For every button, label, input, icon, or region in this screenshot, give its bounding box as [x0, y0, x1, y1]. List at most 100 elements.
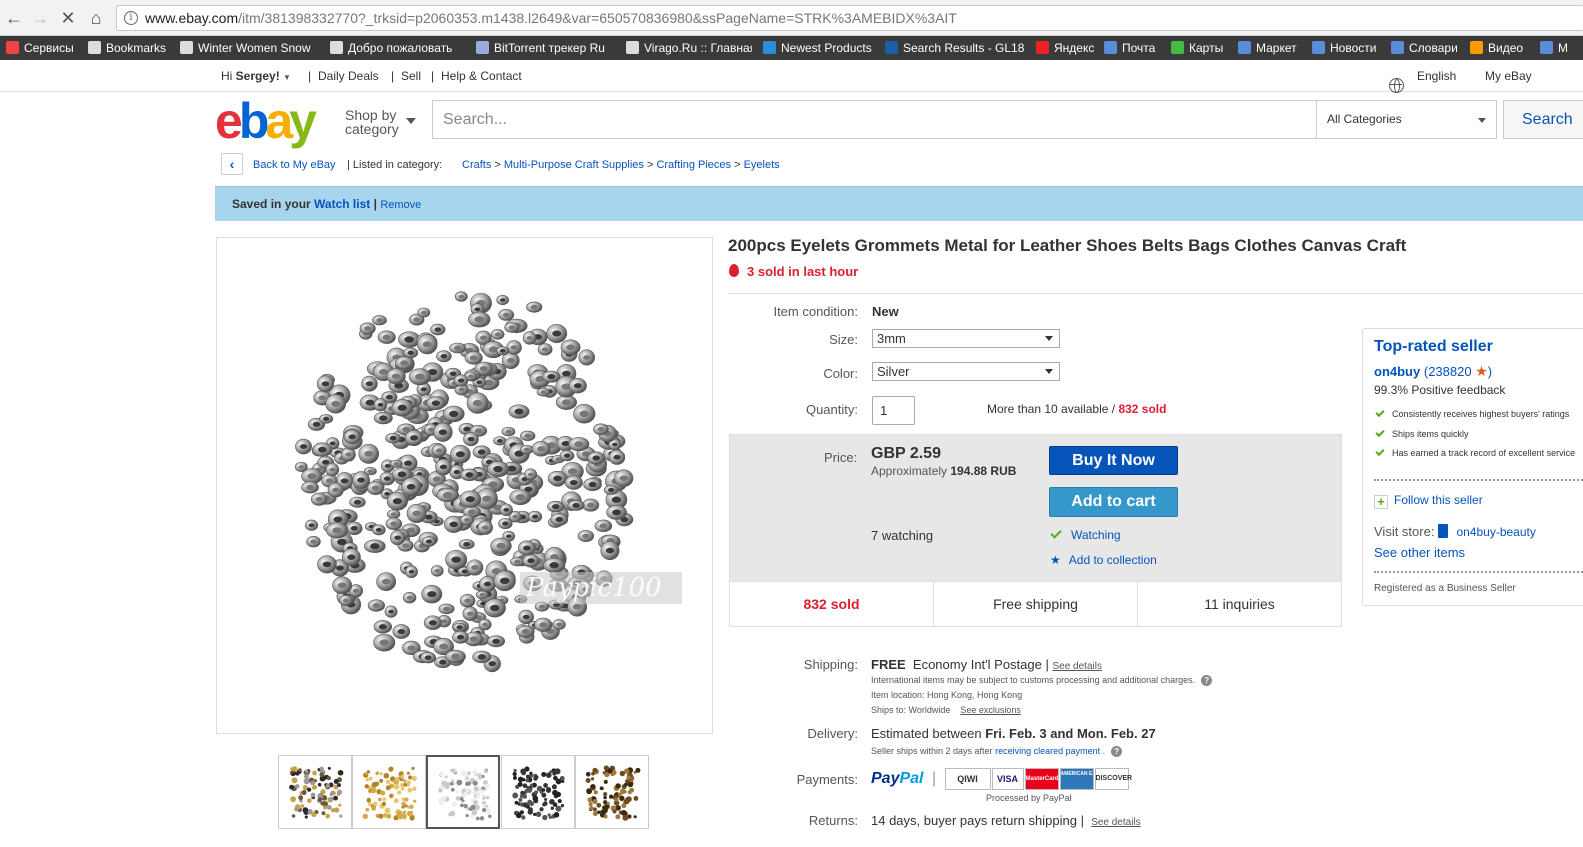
bookmark-icon [1238, 41, 1251, 54]
follow-seller-link[interactable]: + Follow this seller [1374, 493, 1483, 509]
bookmark-item[interactable]: Bookmarks [88, 39, 168, 57]
eyelet-shape [373, 633, 396, 652]
language-link[interactable]: English [1417, 69, 1456, 83]
category-select[interactable]: All Categories [1317, 100, 1497, 139]
thumb-dot [622, 814, 629, 821]
watch-list-link[interactable]: Watch list [314, 197, 370, 211]
breadcrumb-crafts[interactable]: Crafts [462, 159, 491, 171]
bookmark-item[interactable]: Winter Women Snow [180, 39, 312, 57]
thumb-dot [409, 815, 415, 821]
breadcrumb-eyelets[interactable]: Eyelets [744, 159, 780, 171]
bookmark-label: Добро пожаловать [348, 41, 453, 55]
check-icon [1375, 407, 1385, 418]
forward-icon[interactable]: → [28, 6, 52, 30]
buy-it-now-button[interactable]: Buy It Now [1049, 446, 1178, 475]
eyelet-shape [310, 492, 328, 506]
thumbnail-image [362, 766, 417, 821]
bookmark-item[interactable]: Карты [1171, 39, 1227, 57]
stat-sold[interactable]: 832 sold [730, 582, 934, 627]
back-arrow-icon[interactable]: ‹ [221, 153, 243, 175]
seller-name[interactable]: on4buy (238820 ★) [1374, 363, 1492, 380]
search-button[interactable]: Search [1503, 100, 1583, 139]
info-icon[interactable]: i [124, 11, 138, 25]
breadcrumb-multi-purpose[interactable]: Multi-Purpose Craft Supplies [504, 159, 644, 171]
bookmark-item[interactable]: Словари [1391, 39, 1459, 57]
bookmark-item[interactable]: Почта [1104, 39, 1162, 57]
help-contact-link[interactable]: Help & Contact [441, 69, 522, 83]
eyelet-shape [466, 392, 489, 414]
eyelet-shape [459, 490, 482, 508]
color-select[interactable]: Silver [872, 362, 1060, 381]
watching-link[interactable]: Watching [1050, 527, 1121, 542]
thumbnail-4[interactable] [501, 755, 575, 829]
url-field[interactable]: i www.ebay.com/itm/381398332770?_trksid=… [116, 5, 1583, 31]
add-to-collection-link[interactable]: ★ Add to collection [1050, 553, 1157, 567]
sell-link[interactable]: Sell [401, 69, 421, 83]
eyelet-shape [496, 346, 510, 356]
home-icon[interactable]: ⌂ [84, 6, 108, 30]
remove-link[interactable]: Remove [380, 199, 421, 211]
shop-by-category-button[interactable]: Shop by category [345, 108, 416, 136]
thumbnail-1[interactable] [278, 755, 352, 829]
bookmark-item[interactable]: Search Results - GL18 [885, 39, 1025, 57]
thumb-dot [587, 797, 593, 803]
back-to-my-ebay-link[interactable]: Back to My eBay [253, 159, 336, 171]
see-other-items-link[interactable]: See other items [1374, 545, 1465, 560]
thumb-dot [588, 802, 593, 807]
returns-details-link[interactable]: See details [1091, 817, 1140, 828]
back-icon[interactable]: ← [2, 6, 26, 30]
eyelet-shape [366, 481, 385, 495]
store-link[interactable]: on4buy-beauty [1456, 525, 1535, 539]
thumbnail-3[interactable] [426, 755, 500, 829]
bookmark-item[interactable]: М [1540, 39, 1580, 57]
cleared-payment-link[interactable]: receiving cleared payment [995, 746, 1100, 756]
bookmark-item[interactable]: Virago.Ru :: Главная [626, 39, 752, 57]
eyelet-shape [487, 635, 506, 648]
thumb-dot [291, 777, 298, 784]
thumb-dot [488, 814, 492, 819]
thumb-dot [289, 784, 295, 790]
logo-a: a [265, 93, 293, 149]
eyelet-shape [600, 541, 620, 561]
thumb-dot [384, 807, 391, 814]
help-icon[interactable]: ? [1201, 675, 1213, 686]
add-to-cart-button[interactable]: Add to cart [1049, 487, 1178, 517]
breadcrumb-crafting-pieces[interactable]: Crafting Pieces [656, 159, 731, 171]
thumb-dot [289, 770, 293, 775]
thumb-dot [438, 788, 443, 793]
bookmark-item[interactable]: Новости [1312, 39, 1380, 57]
shipping-details-link[interactable]: See details [1052, 661, 1101, 672]
bookmark-item[interactable]: Сервисы [6, 39, 80, 57]
size-select[interactable]: 3mm [872, 329, 1060, 348]
eyelet-shape [449, 342, 467, 354]
main-product-image[interactable] [216, 237, 713, 734]
greeting[interactable]: Hi Sergey! ▼ [221, 69, 291, 83]
bookmark-item[interactable]: Маркет [1238, 39, 1300, 57]
seller-point-text: Has earned a track record of excellent s… [1392, 448, 1576, 458]
thumbnail-2[interactable] [352, 755, 426, 829]
eyelet-shape [559, 449, 575, 462]
eyelet-shape [453, 374, 469, 387]
bookmark-item[interactable]: Видео [1470, 39, 1528, 57]
seller-name-text[interactable]: on4buy [1374, 364, 1420, 379]
my-ebay-link[interactable]: My eBay [1485, 69, 1532, 83]
ebay-logo[interactable]: ebay [215, 93, 317, 149]
sold-count[interactable]: 832 sold [1118, 402, 1166, 416]
eyelet-shape [567, 500, 585, 511]
eyelet-shape [301, 481, 319, 494]
stop-icon[interactable]: ✕ [56, 6, 80, 30]
see-exclusions-link[interactable]: See exclusions [960, 705, 1021, 715]
seller-score[interactable]: 238820 [1428, 364, 1471, 379]
help-icon[interactable]: ? [1111, 746, 1123, 757]
bookmark-item[interactable]: BitTorrent трекер Ru [476, 39, 614, 57]
bookmark-item[interactable]: Newest Products [763, 39, 873, 57]
thumb-dot [612, 809, 617, 814]
quantity-input[interactable] [872, 396, 915, 425]
bookmark-item[interactable]: Яндекс [1036, 39, 1096, 57]
thumbnail-5[interactable] [575, 755, 649, 829]
eyelet-shape [493, 570, 516, 592]
bookmark-icon [885, 41, 898, 54]
search-input[interactable] [432, 100, 1317, 139]
daily-deals-link[interactable]: Daily Deals [318, 69, 379, 83]
bookmark-item[interactable]: Добро пожаловать [330, 39, 462, 57]
